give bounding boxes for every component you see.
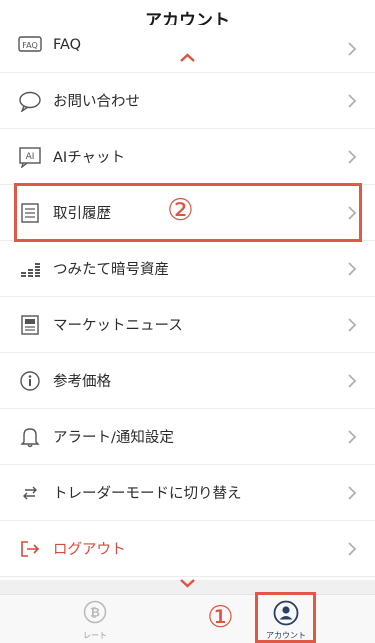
menu-item-label: 参考価格 bbox=[53, 374, 111, 390]
chevron-right-icon bbox=[347, 429, 357, 445]
chat-bubble-icon bbox=[18, 89, 42, 113]
tab-rate[interactable]: ₿ レート bbox=[55, 595, 135, 643]
menu-item-alert-settings[interactable]: アラート/通知設定 bbox=[0, 409, 375, 465]
tab-bar: ₿ レート アカウント bbox=[0, 594, 375, 643]
chevron-right-icon bbox=[347, 149, 357, 165]
chevron-right-icon bbox=[347, 93, 357, 109]
bell-icon bbox=[18, 425, 42, 449]
menu-item-label: マーケットニュース bbox=[53, 318, 183, 334]
info-icon bbox=[18, 369, 42, 393]
document-list-icon bbox=[18, 201, 42, 225]
scroll-down-indicator[interactable] bbox=[0, 575, 375, 589]
svg-text:₿: ₿ bbox=[90, 606, 100, 620]
account-menu-list: FAQ FAQ お問い合わせ AI AIチャット 取引履歴 つみたて暗号資産 マ… bbox=[0, 25, 375, 577]
accumulation-bars-icon bbox=[18, 257, 42, 281]
bitcoin-icon: ₿ bbox=[83, 600, 107, 624]
newspaper-icon bbox=[18, 313, 42, 337]
menu-item-label: お問い合わせ bbox=[53, 94, 140, 110]
account-tab-highlight-box bbox=[255, 592, 316, 643]
ai-chat-icon: AI bbox=[18, 145, 42, 169]
step-2-marker: ② bbox=[167, 193, 194, 228]
chevron-right-icon bbox=[347, 541, 357, 557]
chevron-right-icon bbox=[347, 485, 357, 501]
menu-item-logout[interactable]: ログアウト bbox=[0, 521, 375, 577]
switch-arrows-icon bbox=[18, 481, 42, 505]
menu-item-label: つみたて暗号資産 bbox=[53, 262, 169, 278]
logout-icon bbox=[18, 537, 42, 561]
menu-item-label: トレーダーモードに切り替え bbox=[53, 486, 242, 502]
step-1-marker: ① bbox=[207, 600, 234, 635]
chevron-right-icon bbox=[347, 261, 357, 277]
menu-item-ai-chat[interactable]: AI AIチャット bbox=[0, 129, 375, 185]
tab-label: レート bbox=[83, 631, 107, 640]
menu-item-label: アラート/通知設定 bbox=[53, 430, 174, 446]
menu-item-accumulation[interactable]: つみたて暗号資産 bbox=[0, 241, 375, 297]
chevron-right-icon bbox=[347, 317, 357, 333]
menu-item-label: ログアウト bbox=[53, 542, 126, 558]
menu-item-label: 取引履歴 bbox=[53, 206, 111, 222]
menu-item-market-news[interactable]: マーケットニュース bbox=[0, 297, 375, 353]
menu-item-contact[interactable]: お問い合わせ bbox=[0, 73, 375, 129]
chevron-right-icon bbox=[347, 373, 357, 389]
menu-item-reference-price[interactable]: 参考価格 bbox=[0, 353, 375, 409]
menu-item-label: AIチャット bbox=[53, 150, 126, 166]
chevron-right-icon bbox=[347, 205, 357, 221]
menu-item-trader-mode[interactable]: トレーダーモードに切り替え bbox=[0, 465, 375, 521]
scroll-up-indicator[interactable] bbox=[0, 49, 375, 63]
svg-text:AI: AI bbox=[26, 152, 35, 162]
